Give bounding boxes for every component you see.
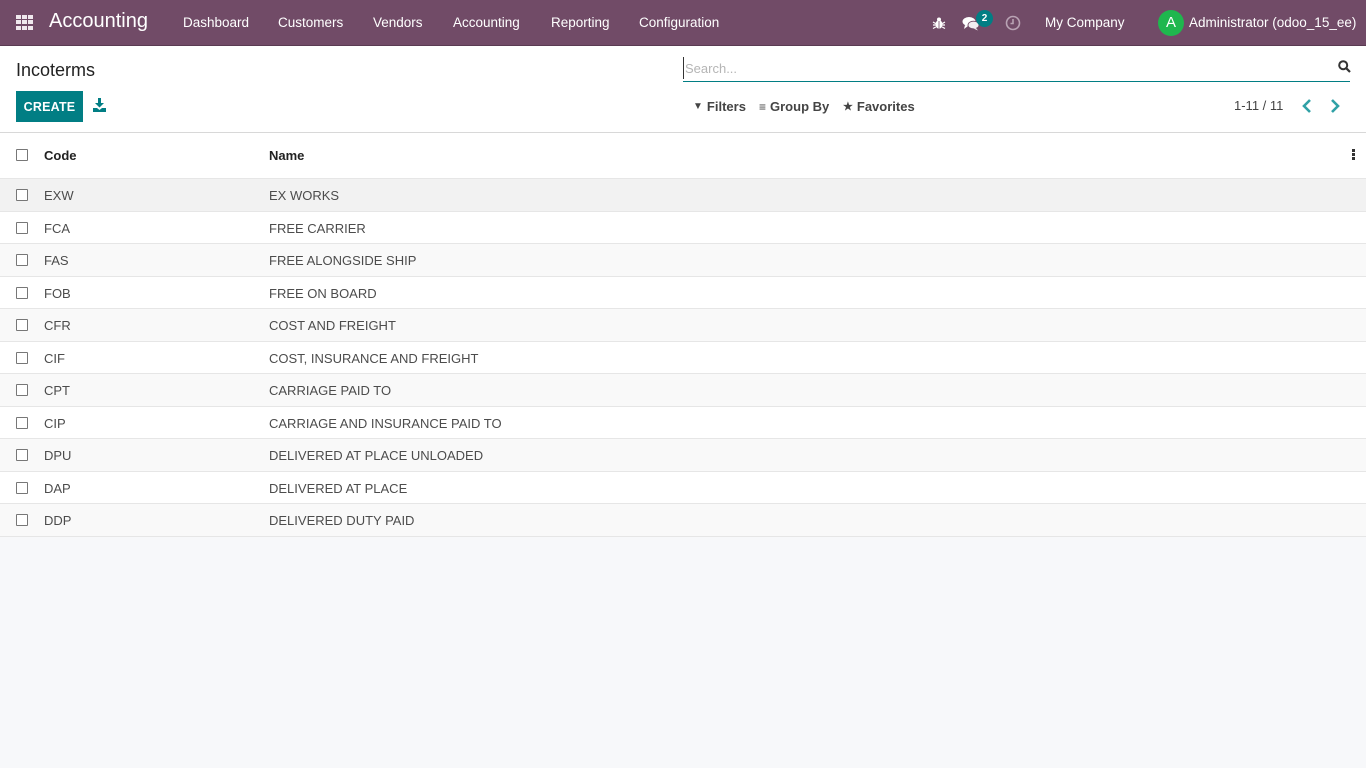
cell-code: CFR	[44, 318, 71, 333]
cell-name: EX WORKS	[269, 188, 340, 203]
table-row[interactable]: DAP DELIVERED AT PLACE	[0, 471, 1366, 504]
cell-code: DPU	[44, 448, 72, 463]
column-header-code[interactable]: Code	[44, 148, 77, 163]
company-switcher[interactable]: My Company	[1045, 15, 1125, 30]
star-icon: ★	[843, 101, 853, 113]
select-all-checkbox[interactable]	[16, 149, 28, 161]
favorites-button[interactable]: ★ Favorites	[843, 99, 915, 114]
cell-code: DDP	[44, 513, 72, 528]
search-icon[interactable]	[1338, 60, 1351, 73]
search-input[interactable]	[683, 57, 1323, 79]
row-checkbox[interactable]	[16, 221, 28, 234]
search-bar	[683, 55, 1351, 82]
row-checkbox[interactable]	[16, 416, 28, 429]
menu-vendors[interactable]: Vendors	[373, 15, 423, 30]
table-row[interactable]: DPU DELIVERED AT PLACE UNLOADED	[0, 439, 1366, 472]
cell-name: CARRIAGE PAID TO	[269, 383, 392, 398]
row-checkbox[interactable]	[16, 449, 28, 461]
debug-bug-icon[interactable]	[932, 16, 946, 30]
app-title[interactable]: Accounting	[49, 10, 148, 33]
cell-code: FCA	[44, 220, 70, 236]
table-row[interactable]: CPT CARRIAGE PAID TO	[0, 374, 1366, 407]
cell-name: COST, INSURANCE AND FREIGHT	[269, 350, 479, 366]
menu-dashboard[interactable]: Dashboard	[183, 15, 249, 30]
table-row[interactable]: CFR COST AND FREIGHT	[0, 309, 1366, 342]
row-checkbox[interactable]	[16, 286, 28, 299]
cell-name: FREE ALONGSIDE SHIP	[269, 253, 417, 268]
row-checkbox[interactable]	[16, 254, 28, 266]
apps-menu-icon[interactable]	[16, 15, 33, 30]
cell-name: DELIVERED AT PLACE	[269, 480, 408, 496]
cell-code: CIF	[44, 350, 65, 366]
row-checkbox[interactable]	[16, 189, 28, 201]
create-button[interactable]: CREATE	[16, 91, 83, 122]
row-checkbox[interactable]	[16, 384, 28, 396]
row-checkbox[interactable]	[16, 514, 28, 526]
pager-previous-icon[interactable]	[1300, 98, 1314, 114]
activity-clock-icon[interactable]	[1005, 15, 1021, 31]
cell-name: FREE CARRIER	[269, 220, 366, 236]
top-navbar: Accounting Dashboard Customers Vendors A…	[0, 0, 1366, 46]
cell-name: FREE ON BOARD	[269, 285, 377, 301]
table-row[interactable]: FOB FREE ON BOARD	[0, 276, 1366, 309]
list-header: Code Name	[0, 133, 1366, 179]
page-title: Incoterms	[16, 60, 96, 80]
cell-code: EXW	[44, 188, 74, 203]
messages-count-badge: 2	[976, 10, 993, 27]
export-download-icon[interactable]	[93, 98, 106, 112]
filters-button[interactable]: ▼ Filters	[693, 99, 746, 114]
user-menu[interactable]: Administrator (odoo_15_ee)	[1189, 15, 1356, 30]
cell-name: CARRIAGE AND INSURANCE PAID TO	[269, 415, 502, 431]
cell-code: DAP	[44, 480, 71, 496]
group-by-icon: ≡	[759, 99, 767, 114]
menu-configuration[interactable]: Configuration	[639, 15, 719, 30]
menu-reporting[interactable]: Reporting	[551, 15, 610, 30]
cell-name: DELIVERED AT PLACE UNLOADED	[269, 448, 484, 463]
group-by-label: Group By	[770, 99, 830, 114]
cell-code: FOB	[44, 285, 71, 301]
table-row[interactable]: CIP CARRIAGE AND INSURANCE PAID TO	[0, 406, 1366, 439]
filters-label: Filters	[706, 99, 746, 114]
pager-value[interactable]: 1-11 / 11	[1234, 98, 1283, 113]
user-avatar[interactable]: A	[1158, 10, 1184, 36]
group-by-button[interactable]: ≡ Group By	[759, 99, 829, 114]
row-checkbox[interactable]	[16, 351, 28, 364]
favorites-label: Favorites	[856, 99, 915, 114]
cell-code: CIP	[44, 415, 66, 431]
cell-name: DELIVERED DUTY PAID	[269, 513, 415, 528]
cell-code: CPT	[44, 383, 70, 398]
cell-name: COST AND FREIGHT	[269, 318, 396, 333]
table-row[interactable]: FAS FREE ALONGSIDE SHIP	[0, 244, 1366, 277]
menu-customers[interactable]: Customers	[278, 15, 343, 30]
table-row[interactable]: EXW EX WORKS	[0, 179, 1366, 212]
filter-icon: ▼	[693, 101, 703, 112]
table-row[interactable]: DDP DELIVERED DUTY PAID	[0, 504, 1366, 537]
table-row[interactable]: CIF COST, INSURANCE AND FREIGHT	[0, 341, 1366, 374]
menu-accounting[interactable]: Accounting	[453, 15, 520, 30]
pager-next-icon[interactable]	[1328, 98, 1342, 114]
optional-columns-icon[interactable]	[1352, 149, 1356, 161]
table-row[interactable]: FCA FREE CARRIER	[0, 211, 1366, 244]
cell-code: FAS	[44, 253, 69, 268]
control-panel: Incoterms CREATE ▼ Filters ≡ Group By ★ …	[0, 46, 1366, 133]
row-checkbox[interactable]	[16, 481, 28, 494]
column-header-name[interactable]: Name	[269, 148, 304, 163]
list-body: EXW EX WORKS FCA FREE CARRIER FAS FREE ALON…	[0, 179, 1366, 537]
row-checkbox[interactable]	[16, 319, 28, 331]
incoterms-list: Code Name EXW EX WORKS FCA FREE CARRIER FA…	[0, 133, 1366, 537]
